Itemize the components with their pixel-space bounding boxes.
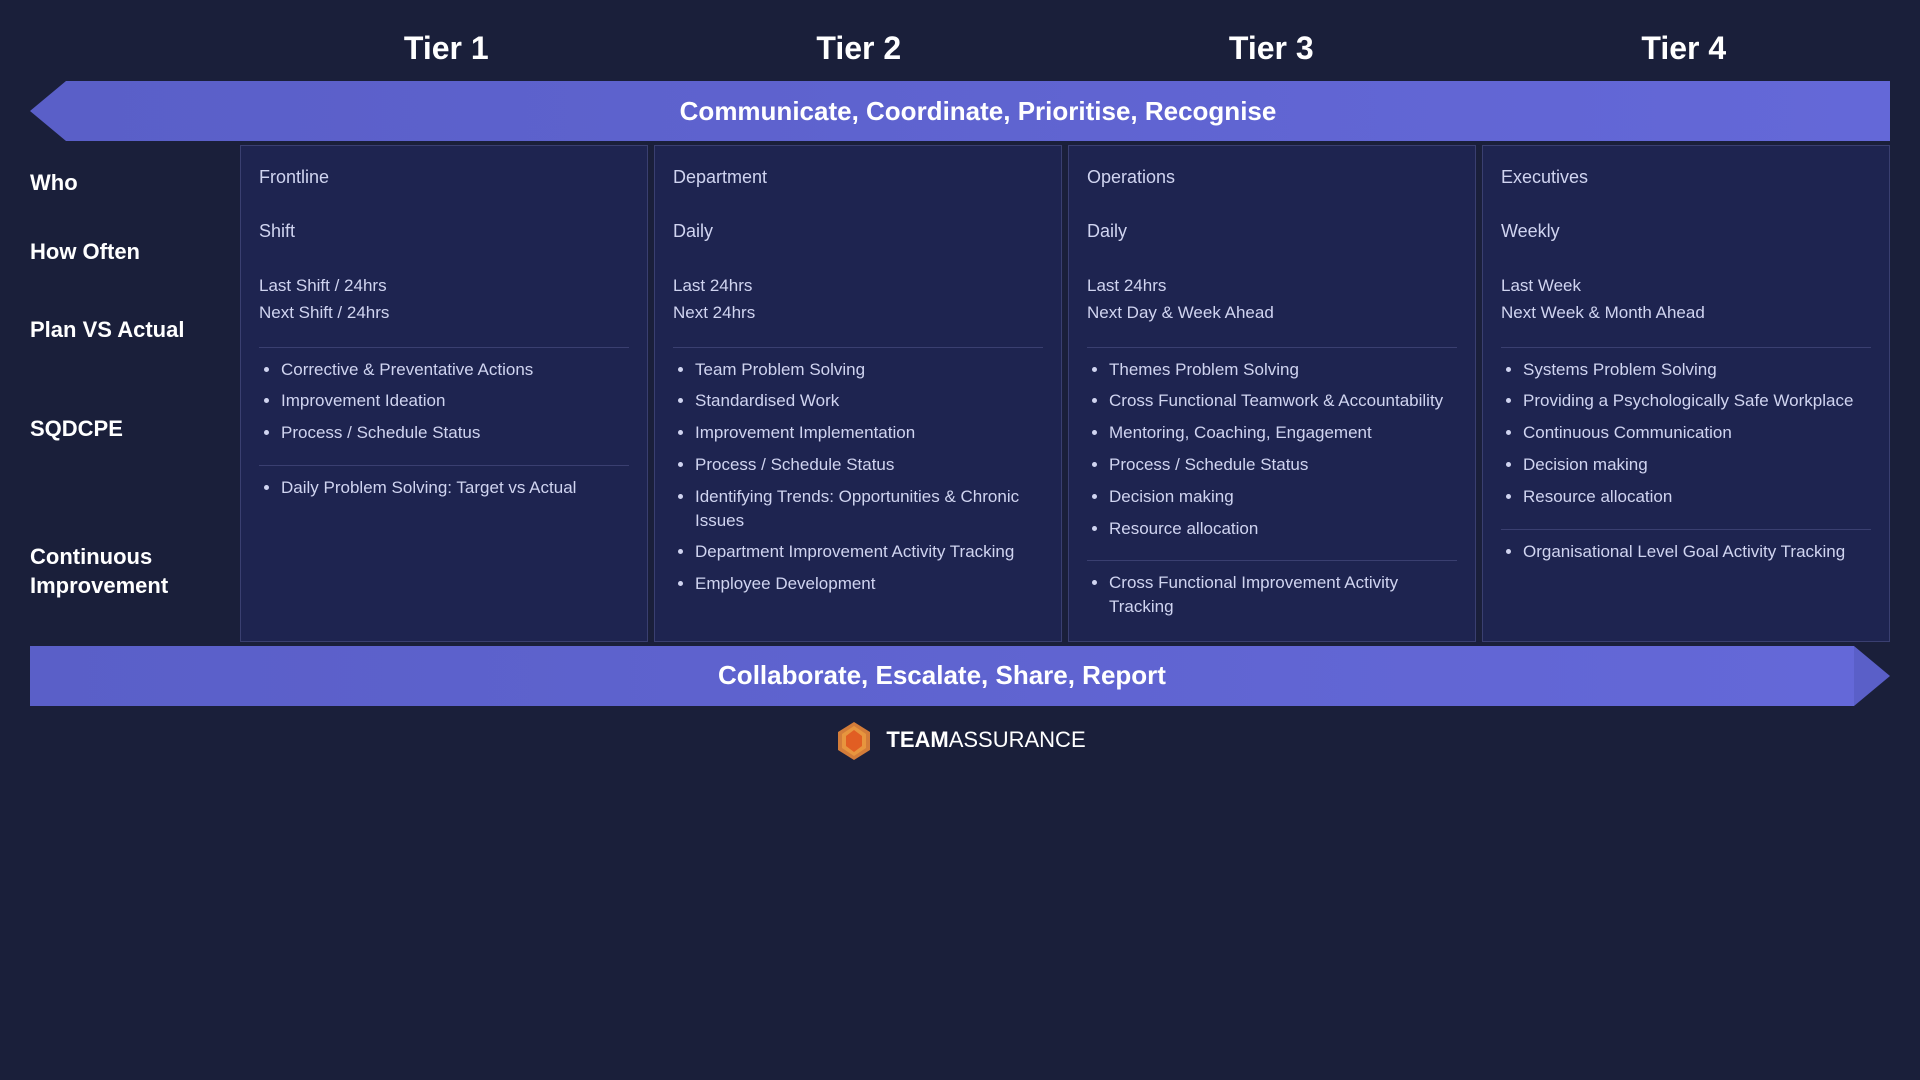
tier2-who: Department: [673, 164, 1043, 190]
logo-text: TEAMASSURANCE: [886, 727, 1085, 753]
main-container: Tier 1 Tier 2 Tier 3 Tier 4 Communicate,…: [30, 0, 1890, 780]
tier4-planactual-val: Last WeekNext Week & Month Ahead: [1501, 272, 1871, 326]
tier4-ci-list: Organisational Level Goal Activity Track…: [1501, 540, 1871, 564]
list-item: Resource allocation: [1109, 517, 1457, 541]
tier1-sqdcpe-list: Corrective & Preventative Actions Improv…: [259, 358, 629, 445]
tier4-divider2: [1501, 529, 1871, 530]
list-item: Employee Development: [695, 572, 1043, 596]
tier2-howoften: Daily: [673, 218, 1043, 244]
tier3-divider2: [1087, 560, 1457, 561]
list-item: Resource allocation: [1523, 485, 1871, 509]
top-banner-left-arrow: [30, 81, 66, 141]
list-item: Corrective & Preventative Actions: [281, 358, 629, 382]
tier2-planactual: Last 24hrsNext 24hrs: [673, 272, 1043, 326]
list-item: Process / Schedule Status: [1109, 453, 1457, 477]
list-item: Continuous Communication: [1523, 421, 1871, 445]
tier-headers: Tier 1 Tier 2 Tier 3 Tier 4: [240, 20, 1890, 81]
list-item: Daily Problem Solving: Target vs Actual: [281, 476, 629, 500]
tier3-sqdcpe-list: Themes Problem Solving Cross Functional …: [1087, 358, 1457, 541]
bottom-banner-text: Collaborate, Escalate, Share, Report: [30, 646, 1854, 706]
list-item: Cross Functional Improvement Activity Tr…: [1109, 571, 1457, 619]
tier3-divider1: [1087, 347, 1457, 348]
top-banner: Communicate, Coordinate, Prioritise, Rec…: [30, 81, 1890, 141]
list-item: Organisational Level Goal Activity Track…: [1523, 540, 1871, 564]
top-banner-text: Communicate, Coordinate, Prioritise, Rec…: [66, 81, 1890, 141]
list-item: Providing a Psychologically Safe Workpla…: [1523, 389, 1871, 413]
tier1-column: Frontline Shift Last Shift / 24hrsNext S…: [240, 145, 648, 642]
tiers-grid: Frontline Shift Last Shift / 24hrsNext S…: [240, 145, 1890, 642]
list-item: Decision making: [1523, 453, 1871, 477]
list-item: Improvement Implementation: [695, 421, 1043, 445]
tier1-planactual: Last Shift / 24hrsNext Shift / 24hrs: [259, 272, 629, 326]
list-item: Cross Functional Teamwork & Accountabili…: [1109, 389, 1457, 413]
label-ci: Continuous Improvement: [30, 543, 230, 600]
list-item: Systems Problem Solving: [1523, 358, 1871, 382]
list-item: Process / Schedule Status: [281, 421, 629, 445]
logo-area: TEAMASSURANCE: [30, 720, 1890, 760]
tier4-howoften: Weekly: [1501, 218, 1871, 244]
label-how-often: How Often: [30, 238, 230, 267]
list-item: Process / Schedule Status: [695, 453, 1043, 477]
tier3-who: Operations: [1087, 164, 1457, 190]
tier3-header: Tier 3: [1065, 20, 1478, 81]
tier3-ci-list: Cross Functional Improvement Activity Tr…: [1087, 571, 1457, 619]
list-item: Team Problem Solving: [695, 358, 1043, 382]
tier3-planactual-val: Last 24hrsNext Day & Week Ahead: [1087, 272, 1457, 326]
tier2-header: Tier 2: [653, 20, 1066, 81]
tier1-header: Tier 1: [240, 20, 653, 81]
list-item: Themes Problem Solving: [1109, 358, 1457, 382]
bottom-banner: Collaborate, Escalate, Share, Report: [30, 646, 1890, 706]
list-item: Mentoring, Coaching, Engagement: [1109, 421, 1457, 445]
tier3-planactual: Last 24hrsNext Day & Week Ahead: [1087, 272, 1457, 326]
list-item: Standardised Work: [695, 389, 1043, 413]
list-item: Identifying Trends: Opportunities & Chro…: [695, 485, 1043, 533]
tier2-column: Department Daily Last 24hrsNext 24hrs Te…: [654, 145, 1062, 642]
teamassurance-logo-icon: [834, 720, 874, 760]
tier2-planactual-val: Last 24hrsNext 24hrs: [673, 272, 1043, 326]
tier1-ci-list: Daily Problem Solving: Target vs Actual: [259, 476, 629, 500]
tier4-who: Executives: [1501, 164, 1871, 190]
list-item: Improvement Ideation: [281, 389, 629, 413]
labels-column: Who How Often Plan VS Actual SQDCPE Cont…: [30, 145, 240, 642]
label-sqdcpe: SQDCPE: [30, 415, 230, 444]
tier2-divider1: [673, 347, 1043, 348]
tier3-howoften: Daily: [1087, 218, 1457, 244]
bottom-banner-right-arrow: [1854, 646, 1890, 706]
tier4-divider1: [1501, 347, 1871, 348]
tier1-divider1: [259, 347, 629, 348]
tier3-column: Operations Daily Last 24hrsNext Day & We…: [1068, 145, 1476, 642]
label-plan-vs-actual: Plan VS Actual: [30, 316, 230, 345]
tier4-sqdcpe-list: Systems Problem Solving Providing a Psyc…: [1501, 358, 1871, 509]
tier4-header: Tier 4: [1478, 20, 1891, 81]
tier4-column: Executives Weekly Last WeekNext Week & M…: [1482, 145, 1890, 642]
list-item: Decision making: [1109, 485, 1457, 509]
tier1-planactual-val: Last Shift / 24hrsNext Shift / 24hrs: [259, 272, 629, 326]
tier1-who: Frontline: [259, 164, 629, 190]
tier1-howoften: Shift: [259, 218, 629, 244]
tier2-sqdcpe-list: Team Problem Solving Standardised Work I…: [673, 358, 1043, 596]
list-item: Department Improvement Activity Tracking: [695, 540, 1043, 564]
tier4-planactual: Last WeekNext Week & Month Ahead: [1501, 272, 1871, 326]
label-who: Who: [30, 169, 230, 198]
content-area: Who How Often Plan VS Actual SQDCPE Cont…: [30, 145, 1890, 642]
tier1-divider2: [259, 465, 629, 466]
